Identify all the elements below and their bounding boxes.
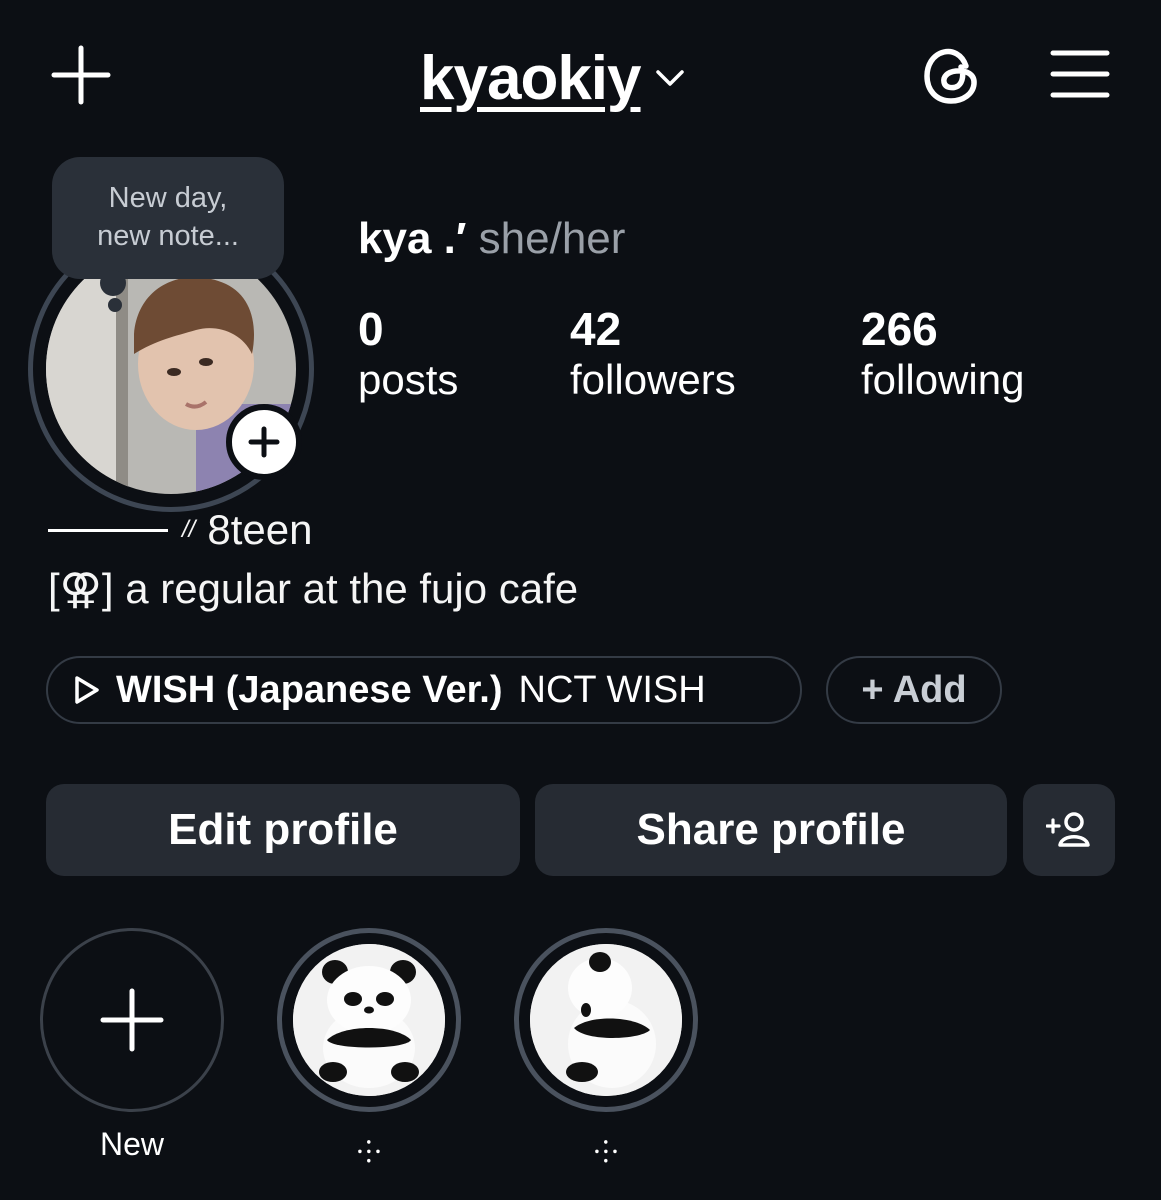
song-title: WISH (Japanese Ver.) [116,668,503,711]
hamburger-menu-icon [1050,50,1110,98]
plus-icon [51,45,111,105]
create-button[interactable] [50,44,112,106]
bio-divider-line [48,528,168,532]
discover-people-button[interactable] [1023,784,1115,876]
note-text-line1: New day, [108,182,228,214]
stat-following[interactable]: 266 following [861,302,1024,404]
note-bubble[interactable]: New day, new note... [52,157,284,279]
display-name-row: kya .′ she/her [358,214,625,264]
posts-label: posts [358,356,459,403]
panda-plush-icon [293,944,445,1096]
bio-line-1: // 8teen [48,506,312,554]
new-highlight-button[interactable] [40,928,224,1112]
add-story-button[interactable] [226,404,302,480]
add-person-icon [1046,812,1090,847]
display-name: kya .′ [358,214,467,263]
play-icon [75,676,99,704]
new-highlight-label: New [99,1126,164,1162]
posts-count: 0 [358,303,384,355]
highlight-2-label: ⸭ [593,1136,619,1169]
threads-button[interactable] [922,44,982,106]
panda-plush-icon [530,944,682,1096]
highlight-2[interactable] [530,944,682,1096]
following-count: 266 [861,303,938,355]
bio-line-2: [⚢] a regular at the fujo cafe [48,565,579,612]
pronouns: she/her [478,214,626,263]
song-artist: NCT WISH [518,668,706,711]
plus-icon [248,426,280,458]
music-chip[interactable]: WISH (Japanese Ver.) NCT WISH [46,656,802,724]
note-text-line2: new note... [97,220,239,252]
note-bubble-tail-small [108,298,122,312]
followers-count: 42 [570,303,622,355]
bio-age: 8teen [207,506,313,553]
note-bubble-tail [100,270,126,296]
plus-icon [100,988,164,1052]
stat-followers[interactable]: 42 followers [570,302,736,404]
edit-profile-button[interactable]: Edit profile [46,784,520,876]
menu-button[interactable] [1050,48,1110,100]
account-switcher[interactable]: kyaokiy [420,38,685,118]
add-chip-button[interactable]: + Add [826,656,1002,724]
stat-posts[interactable]: 0 posts [358,302,458,404]
highlight-1-label: ⸭ [356,1136,382,1169]
share-profile-button[interactable]: Share profile [535,784,1007,876]
following-label: following [861,356,1025,403]
followers-label: followers [570,356,736,403]
chevron-down-icon [655,70,684,86]
bio-slash: // [182,516,196,543]
highlight-1[interactable] [293,944,445,1096]
threads-icon [924,48,977,104]
username: kyaokiy [420,43,642,113]
